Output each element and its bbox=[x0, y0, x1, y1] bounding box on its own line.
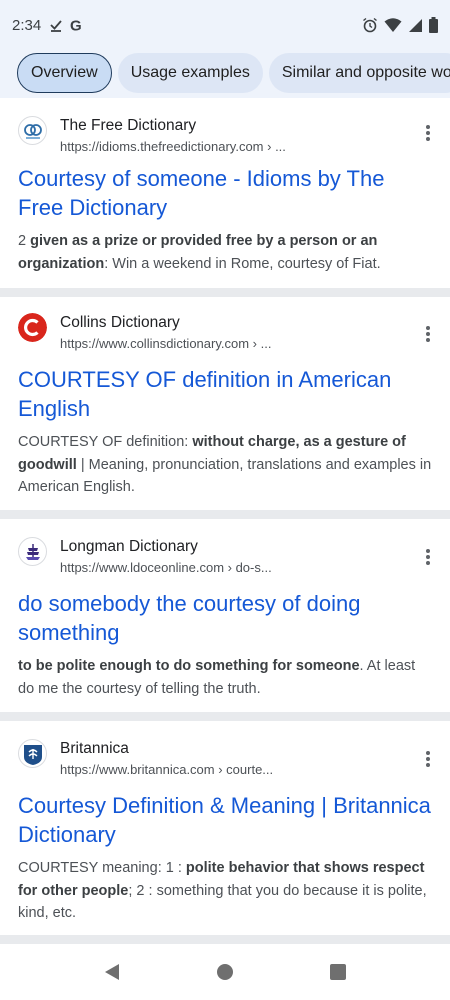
result-source[interactable]: Britannica https://www.britannica.com › … bbox=[18, 739, 273, 779]
source-name: Collins Dictionary bbox=[60, 314, 180, 331]
result-title-link[interactable]: COURTESY OF definition in American Engli… bbox=[18, 365, 432, 423]
result-snippet: 2 given as a prize or provided free by a… bbox=[18, 233, 381, 272]
result-source[interactable]: Collins Dictionary https://www.collinsdi… bbox=[18, 313, 271, 353]
cellular-icon bbox=[409, 18, 422, 32]
more-options-icon[interactable] bbox=[424, 324, 432, 344]
filter-chips-bar: Overview Usage examples Similar and opposi… bbox=[0, 50, 450, 98]
result-snippet: to be polite enough to do something for … bbox=[18, 658, 416, 697]
google-g-icon: G bbox=[70, 18, 82, 34]
source-name: Britannica bbox=[60, 740, 129, 757]
longman-logo bbox=[18, 537, 47, 566]
free-dictionary-logo bbox=[18, 116, 47, 145]
result-source[interactable]: The Free Dictionary https://idioms.thefr… bbox=[18, 116, 286, 156]
source-name: Longman Dictionary bbox=[60, 538, 198, 555]
alarm-icon bbox=[363, 17, 377, 33]
result-snippet: COURTESY meaning: 1 : polite behavior th… bbox=[18, 860, 427, 921]
more-options-icon[interactable] bbox=[424, 123, 432, 143]
result-divider bbox=[0, 510, 450, 519]
wifi-icon bbox=[384, 18, 402, 32]
more-options-icon[interactable] bbox=[424, 547, 432, 567]
chip-usage-examples[interactable]: Usage examples bbox=[117, 53, 263, 93]
source-url: https://www.britannica.com › courte... bbox=[60, 762, 274, 777]
chip-overview[interactable]: Overview bbox=[17, 53, 112, 93]
source-url: https://www.collinsdictionary.com › ... bbox=[60, 336, 272, 351]
status-bar: 2:34 G bbox=[0, 0, 450, 50]
source-url: https://idioms.thefreedictionary.com › .… bbox=[60, 139, 286, 154]
britannica-logo bbox=[18, 739, 47, 768]
search-result: The Free Dictionary https://idioms.thefr… bbox=[0, 100, 450, 288]
collins-logo bbox=[18, 313, 47, 342]
source-name: The Free Dictionary bbox=[60, 117, 197, 134]
result-snippet: COURTESY OF definition: without charge, … bbox=[18, 434, 432, 495]
result-title-link[interactable]: do somebody the courtesy of doing someth… bbox=[18, 589, 432, 647]
back-icon[interactable] bbox=[103, 963, 121, 981]
home-icon[interactable] bbox=[216, 963, 234, 981]
search-result: Collins Dictionary https://www.collinsdi… bbox=[0, 297, 450, 510]
chip-similar-opposite[interactable]: Similar and opposite wo bbox=[268, 53, 450, 93]
result-title-link[interactable]: Courtesy of someone - Idioms by The Free… bbox=[18, 164, 432, 222]
battery-icon bbox=[429, 17, 438, 33]
result-divider bbox=[0, 935, 450, 944]
system-nav-bar bbox=[0, 944, 450, 1000]
result-source[interactable]: Longman Dictionary https://www.ldoceonli… bbox=[18, 537, 272, 577]
result-divider bbox=[0, 288, 450, 297]
result-divider bbox=[0, 712, 450, 721]
recents-icon[interactable] bbox=[329, 963, 347, 981]
search-result: Longman Dictionary https://www.ldoceonli… bbox=[0, 519, 450, 712]
svg-text:G: G bbox=[70, 18, 82, 34]
search-result: Britannica https://www.britannica.com › … bbox=[0, 721, 450, 935]
status-time: 2:34 bbox=[12, 16, 42, 34]
result-title-link[interactable]: Courtesy Definition & Meaning | Britanni… bbox=[18, 791, 432, 849]
more-options-icon[interactable] bbox=[424, 749, 432, 769]
source-url: https://www.ldoceonline.com › do-s... bbox=[60, 560, 272, 575]
download-done-icon bbox=[50, 20, 62, 32]
